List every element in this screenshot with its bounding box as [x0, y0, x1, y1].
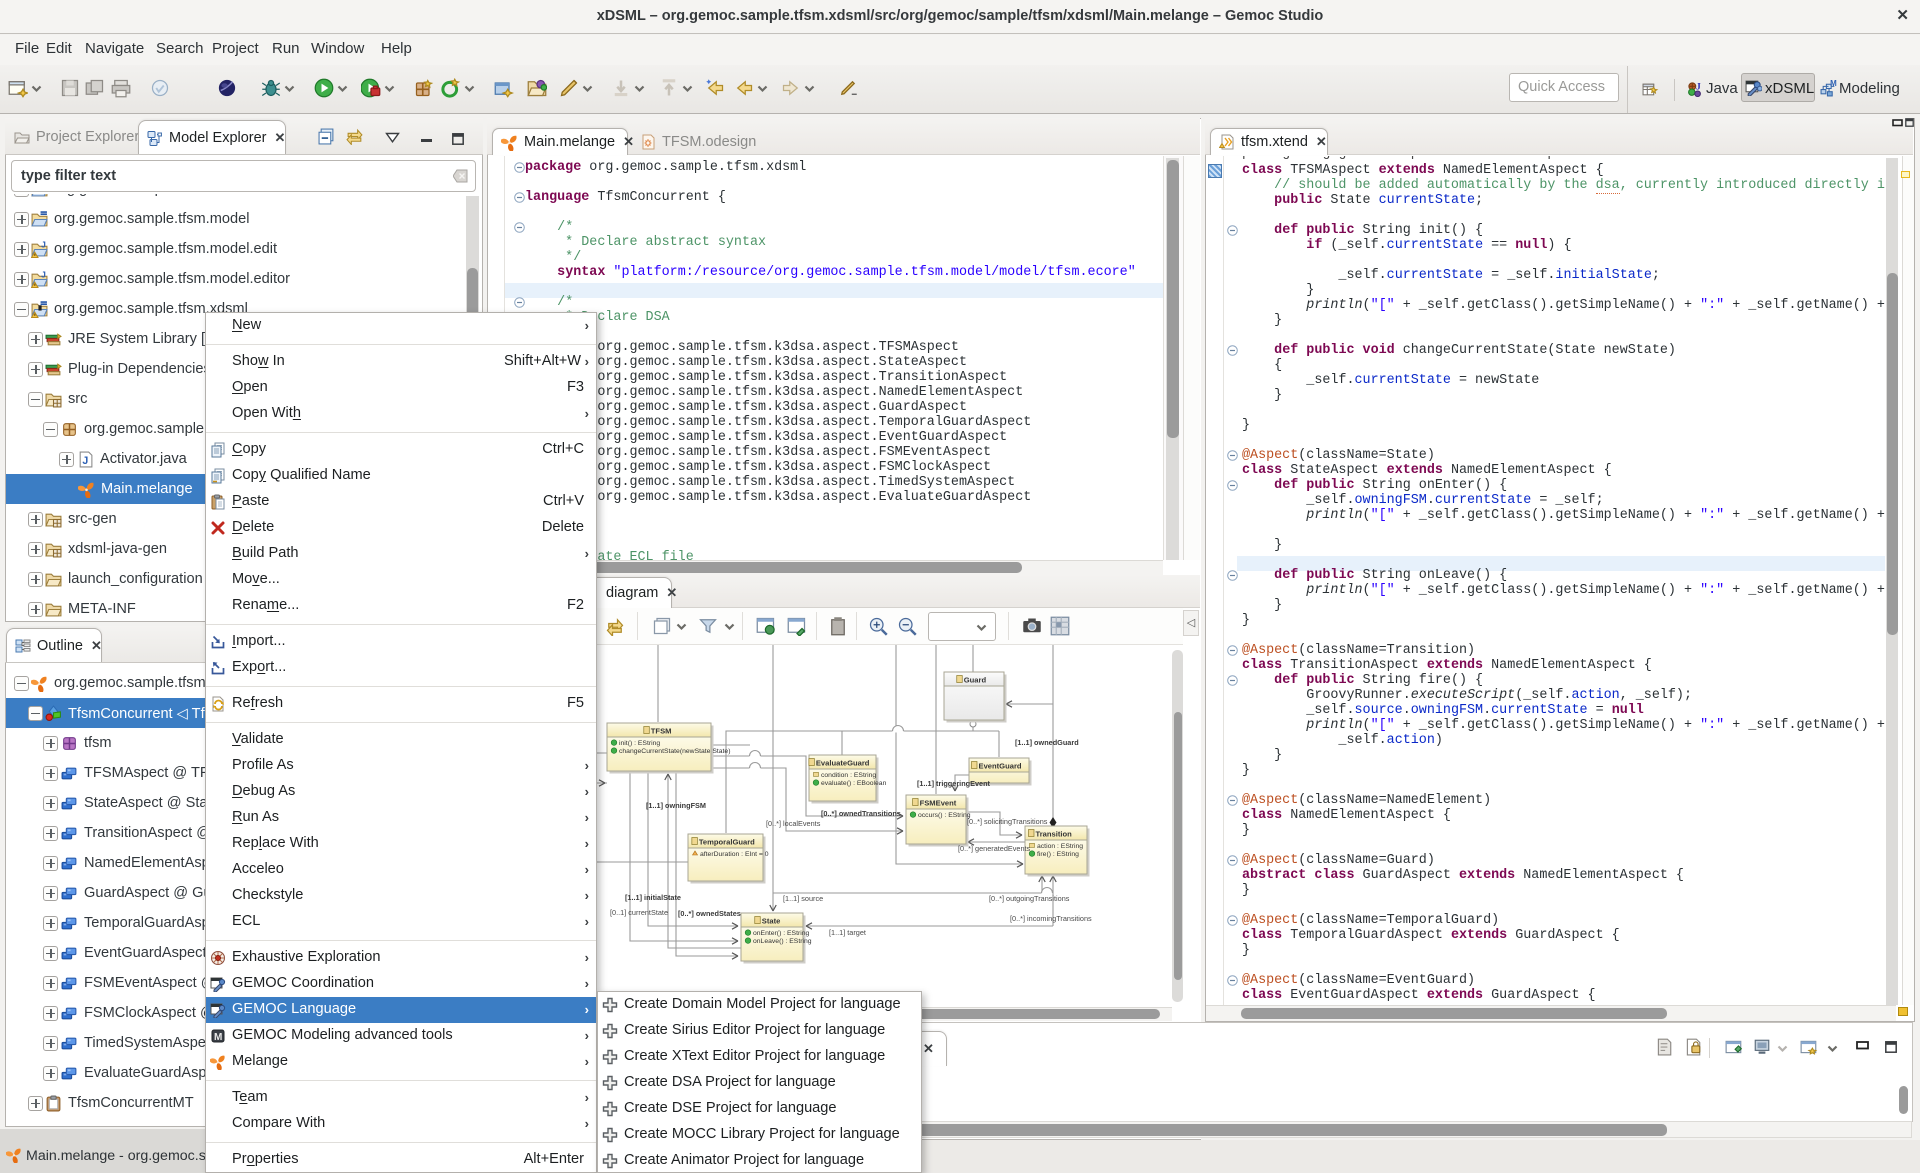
svg-text:condition : EString: condition : EString [821, 772, 876, 779]
svg-text:changeCurrentState(newState St: changeCurrentState(newState State) [619, 748, 730, 755]
svg-text:TemporalGuard: TemporalGuard [699, 838, 755, 847]
svg-text:TFSM: TFSM [651, 727, 672, 736]
svg-text:Guard: Guard [964, 676, 987, 685]
svg-text:onLeave() : EString: onLeave() : EString [753, 938, 812, 945]
svg-text:action : EString: action : EString [1037, 843, 1083, 850]
svg-text:J: J [82, 454, 88, 466]
svg-text:J: J [1696, 82, 1701, 93]
svg-text:M: M [214, 1032, 222, 1043]
svg-text:M: M [1830, 80, 1837, 88]
svg-text:Transition: Transition [1036, 830, 1073, 839]
svg-text:occurs() : EString: occurs() : EString [918, 812, 971, 819]
svg-text:EvaluateGuard: EvaluateGuard [816, 759, 870, 768]
svg-text:State: State [762, 917, 781, 926]
svg-text:EventGuard: EventGuard [979, 762, 1022, 771]
svg-text:fire() : EString: fire() : EString [1037, 851, 1079, 858]
svg-text:FSMEvent: FSMEvent [920, 799, 957, 808]
svg-text:evaluate() : EBoolean: evaluate() : EBoolean [821, 780, 887, 787]
svg-text:afterDuration : EInt = 0: afterDuration : EInt = 0 [700, 851, 769, 858]
svg-text:J: J [41, 271, 46, 279]
svg-text:J: J [41, 241, 46, 249]
svg-text:init() : EString: init() : EString [619, 740, 660, 747]
svg-text:onEnter() : EString: onEnter() : EString [753, 930, 810, 937]
